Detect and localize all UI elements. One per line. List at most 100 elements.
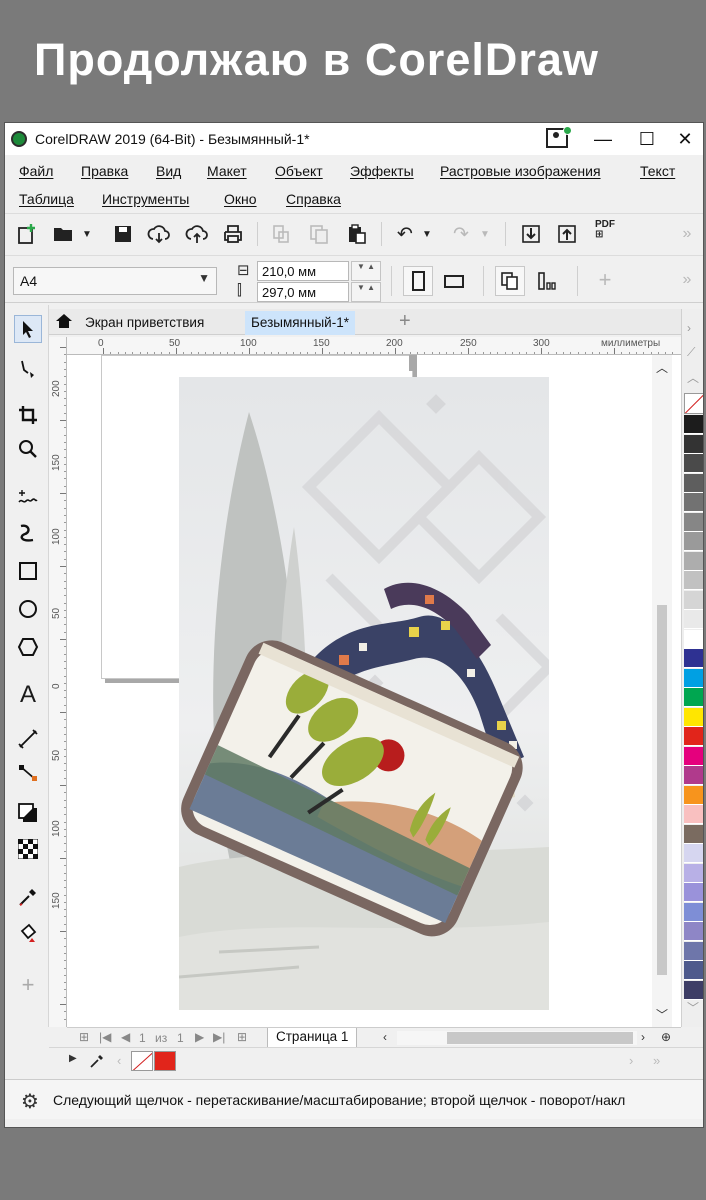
vertical-ruler[interactable]: 200 150 100 50 0 50 100 150 [49, 337, 67, 1027]
rectangle-tool-icon[interactable] [14, 557, 42, 585]
color-swatch[interactable] [684, 727, 703, 746]
color-swatch[interactable] [684, 883, 703, 902]
color-swatch[interactable] [684, 844, 703, 863]
next-page-icon[interactable]: ▶ [195, 1030, 204, 1044]
undo-icon[interactable]: ↶ [393, 222, 417, 246]
connector-tool-icon[interactable] [14, 759, 42, 787]
color-swatch[interactable] [684, 571, 703, 590]
document-eyedropper-icon[interactable] [89, 1053, 105, 1072]
zoom-navigator-icon[interactable]: ⊕ [661, 1030, 671, 1044]
menu-table[interactable]: Таблица [19, 191, 74, 207]
color-swatch[interactable] [684, 493, 703, 512]
menu-window[interactable]: Окно [224, 191, 257, 207]
transparency-tool-icon[interactable] [14, 835, 42, 863]
page-height-field[interactable]: 297,0 мм [257, 282, 349, 302]
color-swatch[interactable] [684, 922, 703, 941]
color-swatch[interactable] [684, 668, 703, 688]
cloud-upload-icon[interactable] [185, 222, 209, 246]
color-swatch[interactable] [684, 454, 703, 473]
polygon-tool-icon[interactable] [14, 633, 42, 661]
add-property-icon[interactable]: + [593, 267, 617, 292]
freehand-tool-icon[interactable] [14, 483, 42, 511]
color-swatch[interactable] [684, 532, 703, 551]
color-swatch[interactable] [684, 746, 703, 766]
palette-next-icon[interactable]: › [629, 1053, 633, 1068]
eyedropper-tool-icon[interactable] [14, 883, 42, 911]
landscape-button[interactable] [439, 266, 469, 296]
palette-expand-icon[interactable]: ▶ [69, 1053, 77, 1064]
home-icon[interactable] [55, 313, 73, 334]
paste-icon[interactable] [345, 222, 369, 246]
pick-tool-icon[interactable] [14, 315, 42, 343]
close-button[interactable]: ✕ [665, 123, 703, 155]
toolbar-overflow-icon[interactable]: » [675, 222, 699, 246]
drop-shadow-icon[interactable] [14, 799, 42, 827]
gear-icon[interactable]: ⚙ [21, 1089, 39, 1114]
menu-file[interactable]: Файл [19, 163, 53, 179]
page-width-field[interactable]: 210,0 мм [257, 261, 349, 281]
minimize-button[interactable]: — [583, 123, 623, 155]
add-tab-icon[interactable]: + [399, 310, 411, 333]
scroll-left-icon[interactable]: ‹ [383, 1030, 387, 1044]
page-1-tab[interactable]: Страница 1 [267, 1028, 358, 1048]
menu-help[interactable]: Справка [286, 191, 341, 207]
scroll-up-icon[interactable]: ︿ [656, 359, 668, 376]
page-width-stepper[interactable]: ▼ ▲ [351, 261, 381, 281]
menu-view[interactable]: Вид [156, 163, 181, 179]
horizontal-ruler[interactable]: 0 50 100 150 200 250 300 миллиметры [67, 337, 681, 355]
parallel-dimension-icon[interactable] [14, 725, 42, 753]
color-swatch[interactable] [684, 512, 703, 532]
color-swatch[interactable] [684, 863, 703, 883]
vertical-scrollbar[interactable]: ︿ ﹀ [652, 355, 672, 1027]
color-swatch[interactable] [684, 707, 703, 727]
color-swatch[interactable] [684, 415, 703, 434]
palette-eyedropper-icon[interactable]: ⟋ [687, 345, 695, 360]
color-swatch[interactable] [684, 785, 703, 805]
color-swatch[interactable] [684, 473, 703, 493]
last-page-icon[interactable]: ▶| [213, 1030, 225, 1044]
interactive-fill-icon[interactable] [14, 919, 42, 947]
tab-untitled-document[interactable]: Безымянный-1* [245, 311, 355, 335]
import-icon[interactable] [519, 222, 543, 246]
color-swatch[interactable] [684, 941, 703, 961]
cut-icon[interactable] [269, 222, 293, 246]
no-color-swatch[interactable] [684, 393, 703, 414]
first-page-icon[interactable]: |◀ [99, 1030, 111, 1044]
copy-icon[interactable] [307, 222, 331, 246]
previous-page-icon[interactable]: ◀ [121, 1030, 130, 1044]
current-page-button[interactable] [533, 266, 563, 296]
color-swatch[interactable] [684, 805, 703, 824]
maximize-button[interactable]: ☐ [627, 123, 667, 155]
color-swatch[interactable] [684, 688, 703, 707]
horizontal-scroll-thumb[interactable] [447, 1032, 633, 1044]
red-color-swatch[interactable] [154, 1051, 176, 1071]
new-document-icon[interactable] [15, 222, 39, 246]
menu-tools[interactable]: Инструменты [102, 191, 189, 207]
color-swatch[interactable] [684, 961, 703, 980]
palette-more-icon[interactable]: » [653, 1053, 660, 1068]
drawing-canvas[interactable]: ︿ ﹀ [67, 355, 681, 1027]
property-overflow-icon[interactable]: » [675, 268, 699, 292]
scroll-down-icon[interactable]: ﹀ [656, 1006, 668, 1023]
add-page-after-icon[interactable]: ⊞ [237, 1030, 247, 1044]
open-dropdown-icon[interactable]: ▼ [79, 222, 95, 246]
redo-icon[interactable]: ↷ [449, 222, 473, 246]
menu-bitmaps[interactable]: Растровые изображения [440, 163, 601, 179]
menu-layout[interactable]: Макет [207, 163, 247, 179]
add-page-before-icon[interactable]: ⊞ [79, 1030, 89, 1044]
artistic-media-icon[interactable] [14, 519, 42, 547]
color-swatch[interactable] [684, 434, 703, 454]
fill-none-swatch[interactable] [131, 1051, 153, 1071]
palette-prev-icon[interactable]: ‹ [117, 1053, 121, 1068]
palette-scroll-down-icon[interactable]: ﹀ [687, 999, 699, 1016]
all-pages-button[interactable] [495, 266, 525, 296]
color-swatch[interactable] [684, 824, 703, 844]
redo-dropdown-icon[interactable]: ▼ [477, 222, 493, 246]
palette-scroll-right-icon[interactable]: › [687, 321, 691, 335]
menu-object[interactable]: Объект [275, 163, 323, 179]
portrait-button[interactable] [403, 266, 433, 296]
crop-tool-icon[interactable] [14, 401, 42, 429]
vertical-scroll-thumb[interactable] [657, 605, 667, 975]
scroll-right-icon[interactable]: › [641, 1030, 645, 1044]
color-swatch[interactable] [684, 649, 703, 668]
